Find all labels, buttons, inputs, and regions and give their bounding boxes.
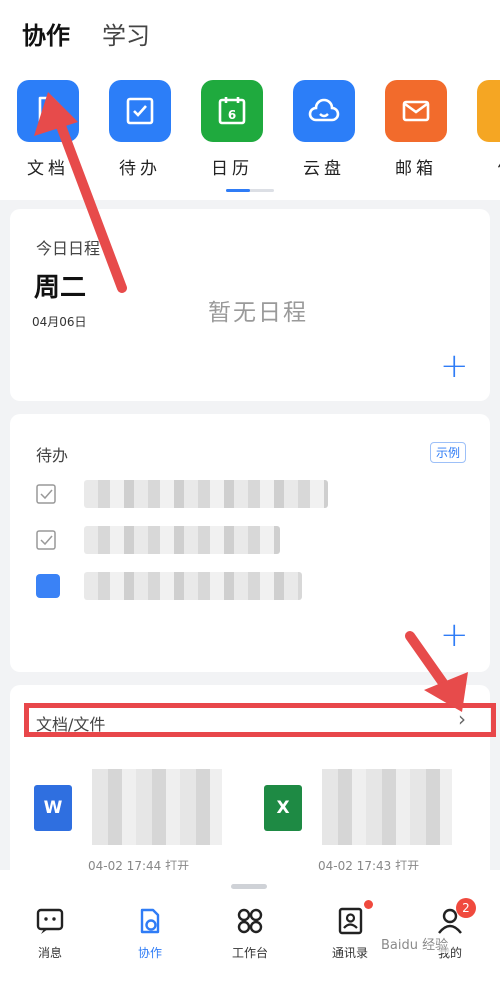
arrow-to-docs-app-icon: [34, 92, 127, 293]
arrow-to-docs-header-icon: [405, 631, 468, 712]
annotation-arrows: [34, 92, 468, 712]
